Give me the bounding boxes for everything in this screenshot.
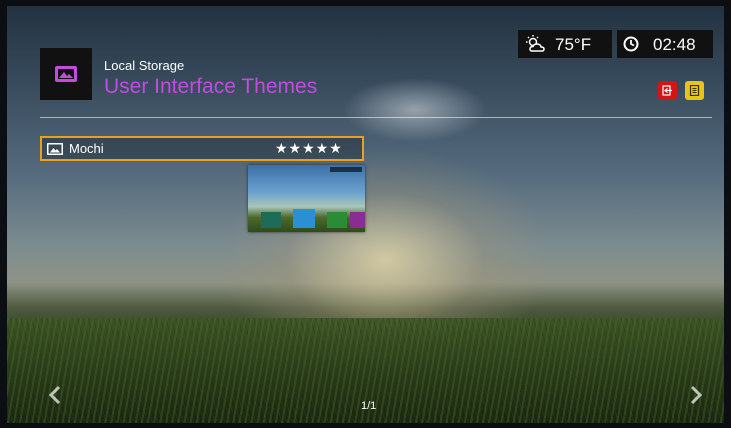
preview-tile [293,209,315,228]
theme-name: Mochi [69,141,104,156]
frame-edge [0,0,7,428]
menu-button[interactable] [685,81,704,100]
chevron-left-icon[interactable] [47,384,63,406]
preview-tile [350,212,365,228]
image-icon [47,143,63,155]
preview-statusbar [330,167,362,172]
preview-tile [261,212,281,228]
exit-button[interactable] [658,81,677,100]
temperature-label: 75°F [555,35,592,54]
exit-icon [662,85,672,96]
frame-edge [0,0,731,6]
image-icon [55,66,77,82]
clock-icon [623,36,639,52]
page-indicator: 1/1 [361,400,377,412]
frame-edge [724,0,731,428]
frame-edge [0,423,731,428]
clock-widget: 02:48 [617,30,713,58]
page-title: User Interface Themes [104,75,318,98]
time-label: 02:48 [653,35,696,54]
preview-tile [327,212,347,228]
header-divider [40,117,712,118]
theme-rating: ★★★★★ [275,140,343,156]
weather-widget: 75°F [518,30,612,58]
chevron-right-icon[interactable] [688,384,704,406]
section-icon [40,48,92,100]
theme-list-item[interactable]: Mochi ★★★★★ [40,136,364,161]
partly-sunny-icon [526,35,545,52]
breadcrumb: Local Storage [104,58,185,73]
menu-list-icon [689,85,700,96]
theme-preview-thumbnail [248,165,365,232]
